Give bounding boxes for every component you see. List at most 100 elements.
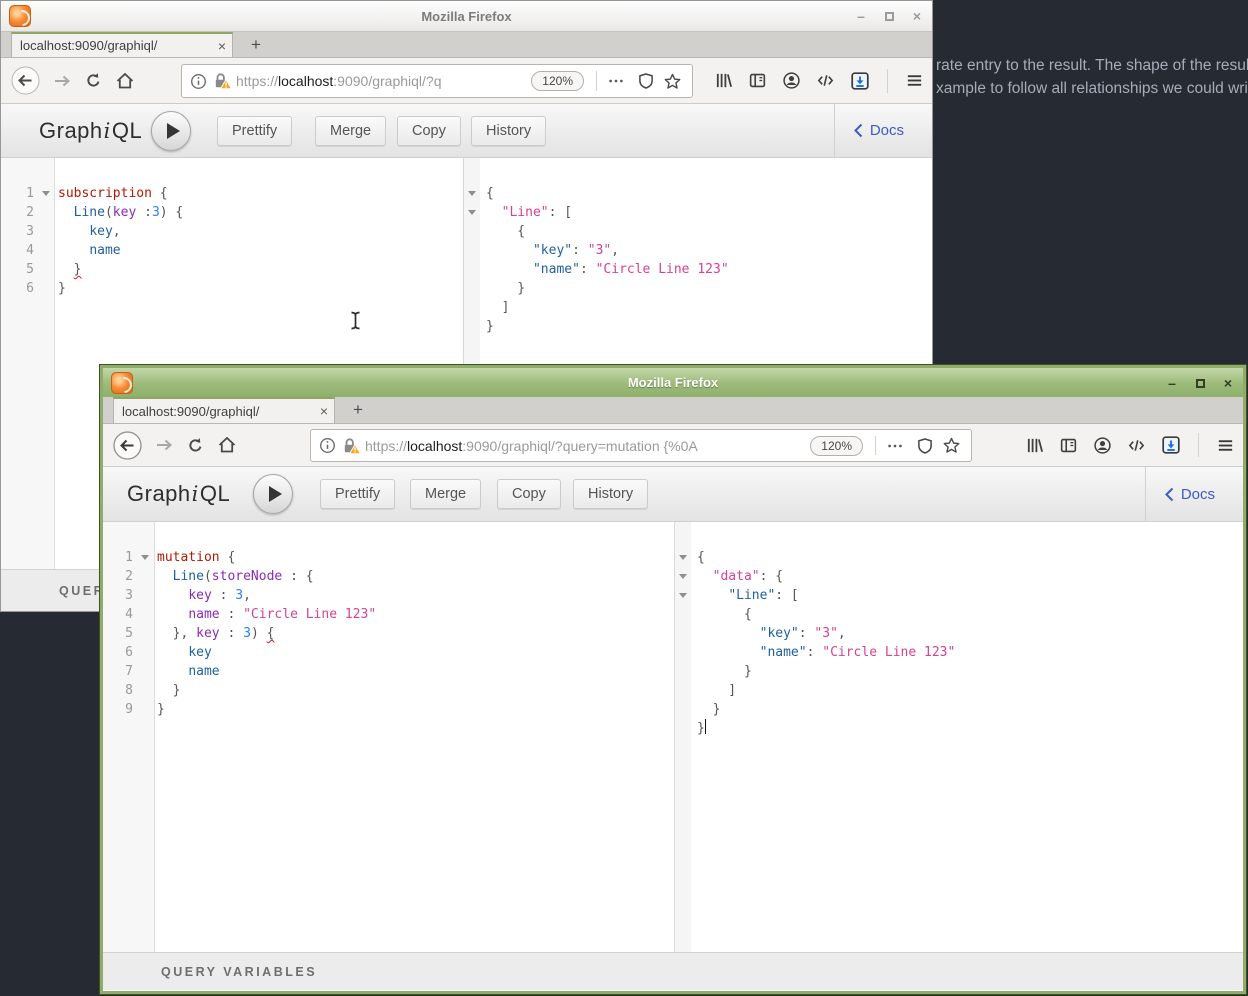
titlebar[interactable]: Mozilla Firefox – ×: [103, 368, 1243, 397]
home-button[interactable]: [217, 435, 237, 455]
tab-localhost-graphiql[interactable]: localhost:9090/graphiql/ ×: [11, 32, 233, 57]
execute-button[interactable]: [253, 474, 293, 514]
query-variables-bar[interactable]: QUERY VARIABLES: [103, 952, 1243, 990]
fold-arrow-icon[interactable]: [679, 574, 687, 579]
home-button[interactable]: [115, 71, 135, 91]
merge-button[interactable]: Merge: [315, 116, 386, 146]
code-line: }: [675, 662, 1243, 681]
fold-arrow-icon[interactable]: [42, 191, 50, 196]
docs-label: Docs: [870, 122, 904, 139]
library-icon[interactable]: [1025, 436, 1044, 455]
info-icon[interactable]: [319, 437, 336, 454]
url-text-fade: [493, 73, 527, 89]
reload-button[interactable]: [186, 436, 205, 455]
docs-toggle[interactable]: Docs: [1164, 486, 1215, 503]
code-line: 8 }: [103, 681, 674, 700]
firefox-icon: [111, 372, 133, 394]
play-icon: [167, 123, 180, 139]
shield-icon[interactable]: [637, 72, 655, 90]
lock-warning-icon[interactable]: [341, 437, 361, 455]
line-number: 7: [103, 662, 136, 681]
code-line: 7 name: [103, 662, 674, 681]
code-line: 1mutation {: [103, 548, 674, 567]
account-icon[interactable]: [1093, 436, 1112, 455]
code-line: "Line": [: [675, 586, 1243, 605]
code-line: 5 }, key : 3) {: [103, 624, 674, 643]
code-line: "data": {: [675, 567, 1243, 586]
tab-close-icon[interactable]: ×: [218, 38, 226, 54]
minimize-button[interactable]: –: [1163, 375, 1181, 391]
graphiql-toolbar: GraphiQL Prettify Merge Copy History Doc…: [1, 104, 932, 158]
prettify-button[interactable]: Prettify: [217, 116, 292, 146]
sidebar-toggle-icon[interactable]: [1059, 436, 1078, 455]
overflow-dots-icon[interactable]: [886, 437, 904, 455]
titlebar[interactable]: Mozilla Firefox – ×: [1, 1, 932, 32]
lock-warning-icon[interactable]: [212, 72, 232, 90]
history-button[interactable]: History: [573, 479, 648, 509]
code-line: }: [464, 317, 932, 336]
fold-arrow-icon[interactable]: [468, 191, 476, 196]
line-number: 1: [1, 184, 37, 203]
line-number: 6: [103, 643, 136, 662]
code-line: 1subscription {: [1, 184, 463, 203]
navigation-toolbar: https://localhost:9090/graphiql/?q 120%: [1, 58, 932, 104]
code-line: 6}: [1, 279, 463, 298]
zoom-level-badge[interactable]: 120%: [810, 436, 863, 456]
merge-button[interactable]: Merge: [410, 479, 481, 509]
back-button[interactable]: [11, 66, 40, 95]
hamburger-menu-icon[interactable]: [905, 71, 924, 90]
reload-button[interactable]: [84, 71, 103, 90]
shield-icon[interactable]: [916, 437, 934, 455]
copy-button[interactable]: Copy: [497, 479, 561, 509]
fold-arrow-icon[interactable]: [679, 593, 687, 598]
library-icon[interactable]: [714, 71, 733, 90]
forward-button[interactable]: [52, 71, 72, 91]
zoom-level-badge[interactable]: 120%: [531, 71, 584, 91]
code-view-icon[interactable]: [816, 71, 835, 90]
hamburger-menu-icon[interactable]: [1216, 436, 1235, 455]
graphiql-workspace: 1mutation {2 Line(storeNode : {3 key : 3…: [103, 522, 1243, 952]
minimize-button[interactable]: –: [852, 8, 870, 24]
tab-label-fade: [182, 34, 210, 57]
code-line: 2 Line(storeNode : {: [103, 567, 674, 586]
new-tab-button[interactable]: +: [243, 32, 269, 57]
graphiql-logo: GraphiQL: [127, 467, 230, 521]
docs-toggle[interactable]: Docs: [853, 122, 904, 139]
tab-localhost-graphiql[interactable]: localhost:9090/graphiql/ ×: [113, 397, 335, 423]
new-tab-button[interactable]: +: [345, 397, 371, 423]
code-view-icon[interactable]: [1127, 436, 1146, 455]
star-icon[interactable]: [663, 72, 682, 91]
maximize-button[interactable]: [1191, 375, 1209, 391]
overflow-dots-icon[interactable]: [607, 72, 625, 90]
query-editor[interactable]: 1mutation {2 Line(storeNode : {3 key : 3…: [103, 522, 674, 952]
tab-label-fade: [284, 399, 312, 423]
url-text: https://localhost:9090/graphiql/?q: [236, 73, 527, 89]
account-icon[interactable]: [782, 71, 801, 90]
code-line: 9}: [103, 700, 674, 719]
download-icon[interactable]: [1161, 435, 1181, 455]
fold-arrow-icon[interactable]: [141, 555, 149, 560]
maximize-button[interactable]: [880, 8, 898, 24]
fold-arrow-icon[interactable]: [679, 555, 687, 560]
url-bar[interactable]: https://localhost:9090/graphiql/?query=m…: [310, 429, 972, 462]
download-icon[interactable]: [850, 71, 870, 91]
sidebar-toggle-icon[interactable]: [748, 71, 767, 90]
back-button[interactable]: [113, 431, 142, 460]
prettify-button[interactable]: Prettify: [320, 479, 395, 509]
star-icon[interactable]: [942, 436, 961, 455]
tab-close-icon[interactable]: ×: [320, 403, 328, 419]
result-viewer: { "data": { "Line": [ { "key": "3", "nam…: [674, 522, 1243, 952]
close-button[interactable]: ×: [908, 8, 926, 24]
copy-button[interactable]: Copy: [397, 116, 461, 146]
query-variables-label: QUERY VARIABLES: [161, 965, 317, 979]
close-button[interactable]: ×: [1219, 375, 1237, 391]
execute-button[interactable]: [151, 111, 191, 151]
forward-button[interactable]: [154, 435, 174, 455]
info-icon[interactable]: [190, 73, 207, 90]
code-line: {: [675, 548, 1243, 567]
navigation-toolbar: https://localhost:9090/graphiql/?query=m…: [103, 424, 1243, 467]
url-text-fade: [772, 438, 806, 454]
url-bar[interactable]: https://localhost:9090/graphiql/?q 120%: [181, 64, 693, 98]
fold-arrow-icon[interactable]: [468, 210, 476, 215]
history-button[interactable]: History: [471, 116, 546, 146]
